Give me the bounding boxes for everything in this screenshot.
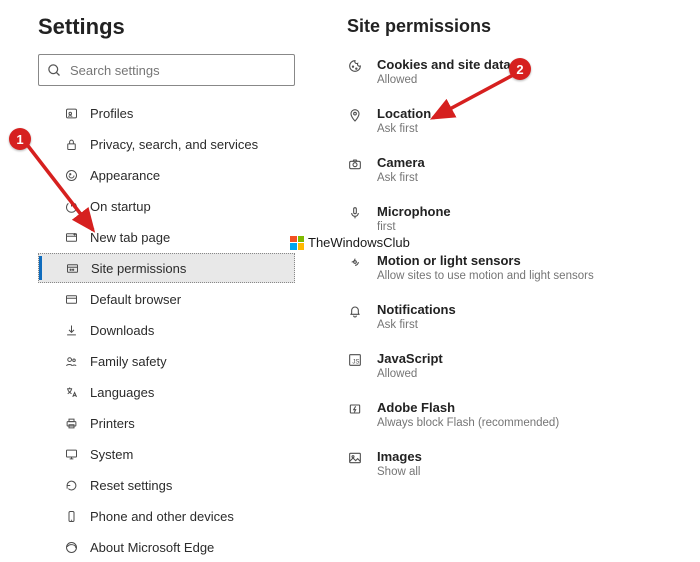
motion-icon bbox=[347, 253, 377, 282]
sidebar-item-label: Site permissions bbox=[91, 261, 186, 276]
sidebar-item-profiles[interactable]: Profiles bbox=[56, 98, 295, 128]
appearance-icon bbox=[64, 168, 90, 183]
perm-title: JavaScript bbox=[377, 351, 443, 366]
flash-icon bbox=[347, 400, 377, 429]
sidebar-item-system[interactable]: System bbox=[56, 439, 295, 469]
image-icon bbox=[347, 449, 377, 478]
perm-notifications[interactable]: Notifications Ask first bbox=[347, 302, 700, 331]
sidebar-item-label: Appearance bbox=[90, 168, 160, 183]
perm-sub: Ask first bbox=[377, 319, 456, 331]
perm-sub: Allowed bbox=[377, 368, 443, 380]
windows-logo-icon bbox=[290, 236, 304, 250]
sidebar-item-appearance[interactable]: Appearance bbox=[56, 160, 295, 190]
annotation-badge-1: 1 bbox=[9, 128, 31, 150]
perm-title: Adobe Flash bbox=[377, 400, 559, 415]
perm-sub: Allowed bbox=[377, 74, 511, 86]
sidebar-item-label: Reset settings bbox=[90, 478, 172, 493]
sidebar-item-label: Privacy, search, and services bbox=[90, 137, 258, 152]
svg-text:JS: JS bbox=[352, 359, 359, 365]
sidebar-item-startup[interactable]: On startup bbox=[56, 191, 295, 221]
perm-location[interactable]: Location Ask first bbox=[347, 106, 700, 135]
edge-icon bbox=[64, 540, 90, 555]
search-icon bbox=[47, 63, 62, 78]
settings-sidebar: Settings Profiles Privacy, search, and s… bbox=[0, 14, 305, 504]
reset-icon bbox=[64, 478, 90, 493]
sidebar-item-languages[interactable]: Languages bbox=[56, 377, 295, 407]
perm-title: Camera bbox=[377, 155, 425, 170]
newtab-icon bbox=[64, 230, 90, 245]
watermark: TheWindowsClub bbox=[290, 235, 410, 250]
cookie-icon bbox=[347, 57, 377, 86]
sidebar-item-label: Family safety bbox=[90, 354, 167, 369]
sidebar-item-label: About Microsoft Edge bbox=[90, 540, 214, 555]
sidebar-item-downloads[interactable]: Downloads bbox=[56, 315, 295, 345]
panel-title: Site permissions bbox=[347, 16, 700, 37]
download-icon bbox=[64, 323, 90, 338]
annotation-badge-2: 2 bbox=[509, 58, 531, 80]
site-permissions-panel: Site permissions Cookies and site data A… bbox=[305, 14, 700, 504]
sidebar-item-family[interactable]: Family safety bbox=[56, 346, 295, 376]
perm-sub: Ask first bbox=[377, 172, 425, 184]
profile-icon bbox=[64, 106, 90, 121]
sidebar-item-label: On startup bbox=[90, 199, 151, 214]
sidebar-item-label: Default browser bbox=[90, 292, 181, 307]
perm-microphone[interactable]: Microphone first bbox=[347, 204, 700, 233]
family-icon bbox=[64, 354, 90, 369]
sidebar-item-label: New tab page bbox=[90, 230, 170, 245]
perm-motion[interactable]: Motion or light sensors Allow sites to u… bbox=[347, 253, 700, 282]
sidebar-item-label: Languages bbox=[90, 385, 154, 400]
sidebar-item-newtab[interactable]: New tab page bbox=[56, 222, 295, 252]
perm-title: Microphone bbox=[377, 204, 451, 219]
perm-title: Notifications bbox=[377, 302, 456, 317]
sidebar-item-site-permissions[interactable]: Site permissions bbox=[38, 253, 295, 283]
sidebar-item-label: Phone and other devices bbox=[90, 509, 234, 524]
sidebar-item-default-browser[interactable]: Default browser bbox=[56, 284, 295, 314]
perm-sub: Always block Flash (recommended) bbox=[377, 417, 559, 429]
sidebar-item-label: Profiles bbox=[90, 106, 133, 121]
perm-sub: first bbox=[377, 221, 451, 233]
printer-icon bbox=[64, 416, 90, 431]
sidebar-item-phone[interactable]: Phone and other devices bbox=[56, 501, 295, 531]
perm-title: Cookies and site data bbox=[377, 57, 511, 72]
permissions-icon bbox=[65, 261, 91, 276]
perm-title: Location bbox=[377, 106, 431, 121]
sidebar-item-label: Downloads bbox=[90, 323, 154, 338]
language-icon bbox=[64, 385, 90, 400]
sidebar-item-privacy[interactable]: Privacy, search, and services bbox=[56, 129, 295, 159]
sidebar-item-label: Printers bbox=[90, 416, 135, 431]
perm-title: Images bbox=[377, 449, 422, 464]
sidebar-item-label: System bbox=[90, 447, 133, 462]
sidebar-item-printers[interactable]: Printers bbox=[56, 408, 295, 438]
system-icon bbox=[64, 447, 90, 462]
settings-nav: Profiles Privacy, search, and services A… bbox=[38, 98, 295, 562]
lock-icon bbox=[64, 137, 90, 152]
search-settings-box[interactable] bbox=[38, 54, 295, 86]
perm-camera[interactable]: Camera Ask first bbox=[347, 155, 700, 184]
perm-title: Motion or light sensors bbox=[377, 253, 594, 268]
settings-title: Settings bbox=[38, 14, 295, 40]
js-icon: JS bbox=[347, 351, 377, 380]
perm-images[interactable]: Images Show all bbox=[347, 449, 700, 478]
microphone-icon bbox=[347, 204, 377, 233]
browser-icon bbox=[64, 292, 90, 307]
phone-icon bbox=[64, 509, 90, 524]
power-icon bbox=[64, 199, 90, 214]
bell-icon bbox=[347, 302, 377, 331]
watermark-text: TheWindowsClub bbox=[308, 235, 410, 250]
camera-icon bbox=[347, 155, 377, 184]
sidebar-item-about[interactable]: About Microsoft Edge bbox=[56, 532, 295, 562]
sidebar-item-reset[interactable]: Reset settings bbox=[56, 470, 295, 500]
search-input[interactable] bbox=[70, 63, 286, 78]
perm-flash[interactable]: Adobe Flash Always block Flash (recommen… bbox=[347, 400, 700, 429]
perm-sub: Ask first bbox=[377, 123, 431, 135]
perm-javascript[interactable]: JS JavaScript Allowed bbox=[347, 351, 700, 380]
perm-sub: Show all bbox=[377, 466, 422, 478]
perm-sub: Allow sites to use motion and light sens… bbox=[377, 270, 594, 282]
location-icon bbox=[347, 106, 377, 135]
